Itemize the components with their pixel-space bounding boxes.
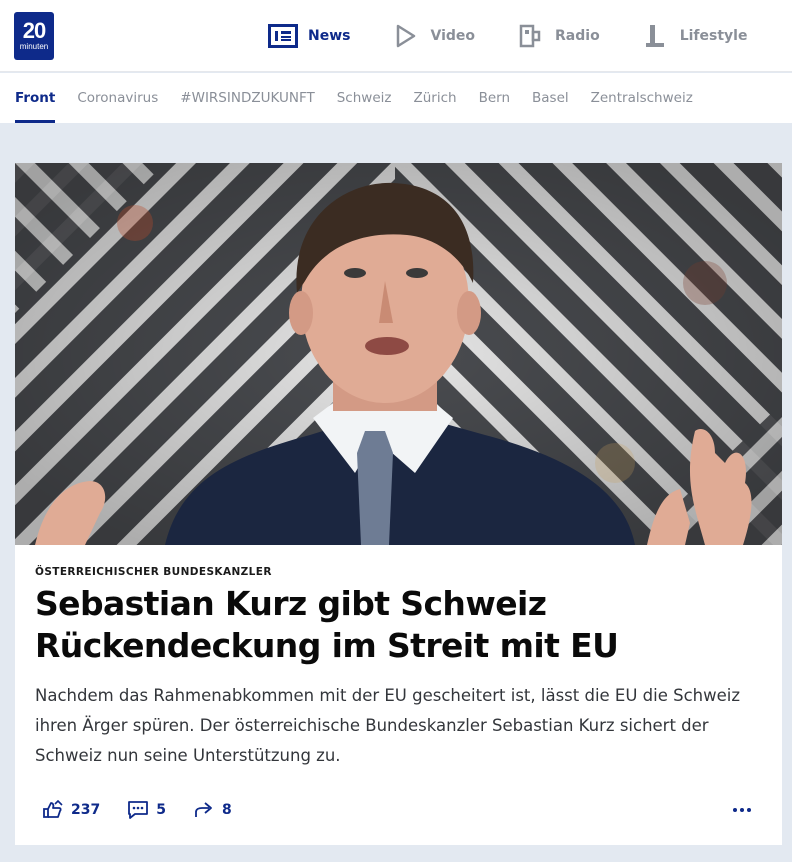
- share-button[interactable]: 8: [192, 799, 232, 821]
- section-tab-zentralschweiz[interactable]: Zentralschweiz: [591, 73, 693, 123]
- comment-icon: [126, 799, 150, 821]
- main-nav-label: News: [308, 28, 351, 44]
- radio-icon: [515, 22, 545, 50]
- share-icon: [192, 799, 216, 821]
- news-icon: [268, 22, 298, 50]
- comments-count: 5: [156, 802, 166, 818]
- main-nav-lifestyle[interactable]: Lifestyle: [640, 22, 748, 50]
- section-nav: Front Coronavirus #WIRSINDZUKUNFT Schwei…: [0, 73, 792, 123]
- article-lead: Nachdem das Rahmenabkommen mit der EU ge…: [35, 686, 741, 765]
- reactions-count: 237: [71, 802, 101, 818]
- main-nav-label: Video: [430, 28, 476, 44]
- main-nav-radio[interactable]: Radio: [515, 22, 600, 50]
- section-tab-wirsindzukunft[interactable]: #WIRSINDZUKUNFT: [180, 73, 314, 123]
- more-options-icon[interactable]: [730, 800, 754, 820]
- section-tab-zurich[interactable]: Zürich: [413, 73, 456, 123]
- section-tab-schweiz[interactable]: Schweiz: [337, 73, 392, 123]
- reactions-button[interactable]: 237: [41, 799, 100, 821]
- main-nav-label: Radio: [555, 28, 600, 44]
- main-nav: News Video Radio Lifestyle: [268, 0, 787, 72]
- shares-count: 8: [221, 802, 232, 818]
- article-card[interactable]: ÖSTERREICHISCHER BUNDESKANZLER Sebastian…: [15, 163, 782, 845]
- section-tab-front[interactable]: Front: [15, 73, 56, 123]
- comments-button[interactable]: 5: [126, 799, 166, 821]
- section-tab-coronavirus[interactable]: Coronavirus: [77, 73, 158, 123]
- thumbs-icon: [41, 799, 65, 821]
- article-kicker: ÖSTERREICHISCHER BUNDESKANZLER: [35, 566, 272, 578]
- lifestyle-icon: [640, 22, 670, 50]
- main-nav-label: Lifestyle: [679, 28, 748, 44]
- play-icon: [390, 22, 420, 50]
- logo-word: minuten: [19, 42, 49, 51]
- main-nav-news[interactable]: News: [268, 22, 350, 50]
- top-header: 20 minuten News Video Radio Lifestyle: [0, 0, 792, 72]
- section-tab-basel[interactable]: Basel: [532, 73, 569, 123]
- logo[interactable]: 20 minuten: [14, 12, 54, 60]
- section-tab-bern[interactable]: Bern: [479, 73, 510, 123]
- logo-number: 20: [22, 18, 47, 43]
- article-hero-image[interactable]: [15, 163, 782, 545]
- article-actions: 237 5 8: [41, 798, 258, 822]
- main-nav-video[interactable]: Video: [390, 22, 475, 50]
- article-headline[interactable]: Sebastian Kurz gibt Schweiz Rückendeckun…: [35, 583, 755, 667]
